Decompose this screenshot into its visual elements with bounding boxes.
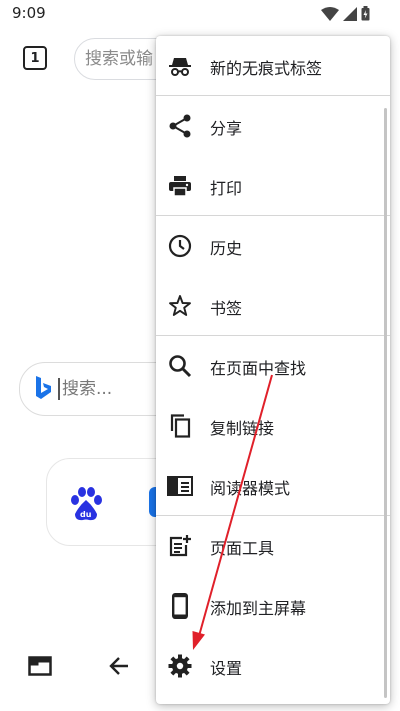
settings-gear-icon bbox=[166, 652, 194, 680]
print-icon bbox=[166, 172, 194, 200]
menu-item-settings[interactable]: 设置 bbox=[156, 636, 386, 696]
menu-item-label: 在页面中查找 bbox=[210, 359, 307, 378]
menu-item-label: 分享 bbox=[210, 119, 243, 138]
omnibox-placeholder: 搜索或输 bbox=[85, 49, 153, 69]
reader-mode-icon bbox=[166, 472, 194, 500]
status-bar: 9:09 bbox=[0, 0, 400, 28]
baidu-icon[interactable]: du bbox=[69, 486, 103, 522]
menu-item-share[interactable]: 分享 bbox=[156, 96, 386, 156]
find-in-page-icon bbox=[166, 352, 194, 380]
menu-item-label: 添加到主屏幕 bbox=[210, 599, 307, 618]
bookmark-star-icon bbox=[166, 292, 194, 320]
menu-item-bookmarks[interactable]: 书签 bbox=[156, 276, 386, 336]
tab-switcher-icon[interactable] bbox=[28, 656, 52, 676]
signal-icon bbox=[343, 6, 357, 21]
menu-scrollbar[interactable] bbox=[384, 108, 387, 698]
menu-item-history[interactable]: 历史 bbox=[156, 216, 386, 276]
wifi-icon bbox=[321, 6, 339, 21]
history-icon bbox=[166, 232, 194, 260]
menu-item-label: 阅读器模式 bbox=[210, 479, 291, 498]
overflow-menu: 新的无痕式标签 分享 打印 历史 书签 在页面中查找 复制链接 阅读器模式 页面… bbox=[156, 36, 390, 704]
copy-link-icon bbox=[166, 412, 194, 440]
status-time: 9:09 bbox=[12, 4, 46, 22]
menu-item-new-incognito-tab[interactable]: 新的无痕式标签 bbox=[156, 36, 386, 96]
bing-logo-icon bbox=[36, 376, 51, 399]
menu-item-label: 历史 bbox=[210, 239, 243, 258]
menu-item-print[interactable]: 打印 bbox=[156, 156, 386, 216]
menu-item-reader-mode[interactable]: 阅读器模式 bbox=[156, 456, 386, 516]
incognito-icon bbox=[166, 52, 194, 80]
menu-item-find-in-page[interactable]: 在页面中查找 bbox=[156, 336, 386, 396]
menu-item-label: 复制链接 bbox=[210, 419, 275, 438]
page-tools-icon bbox=[166, 532, 194, 560]
menu-item-label: 新的无痕式标签 bbox=[210, 59, 323, 78]
menu-item-label: 书签 bbox=[210, 299, 243, 318]
menu-item-label: 打印 bbox=[210, 179, 243, 198]
status-icons bbox=[321, 6, 370, 21]
menu-item-add-to-home-screen[interactable]: 添加到主屏幕 bbox=[156, 576, 386, 636]
menu-item-page-tools[interactable]: 页面工具 bbox=[156, 516, 386, 576]
back-arrow-icon[interactable] bbox=[108, 655, 130, 677]
battery-icon bbox=[361, 6, 370, 21]
tab-count-value: 1 bbox=[30, 50, 40, 66]
menu-item-copy-link[interactable]: 复制链接 bbox=[156, 396, 386, 456]
add-to-home-screen-icon bbox=[166, 592, 194, 620]
tab-count-button[interactable]: 1 bbox=[23, 46, 47, 70]
svg-text:du: du bbox=[80, 510, 92, 519]
menu-item-label: 设置 bbox=[210, 659, 243, 678]
share-icon bbox=[166, 112, 194, 140]
menu-item-label: 页面工具 bbox=[210, 539, 275, 558]
background-search-placeholder: 搜索... bbox=[58, 378, 112, 400]
